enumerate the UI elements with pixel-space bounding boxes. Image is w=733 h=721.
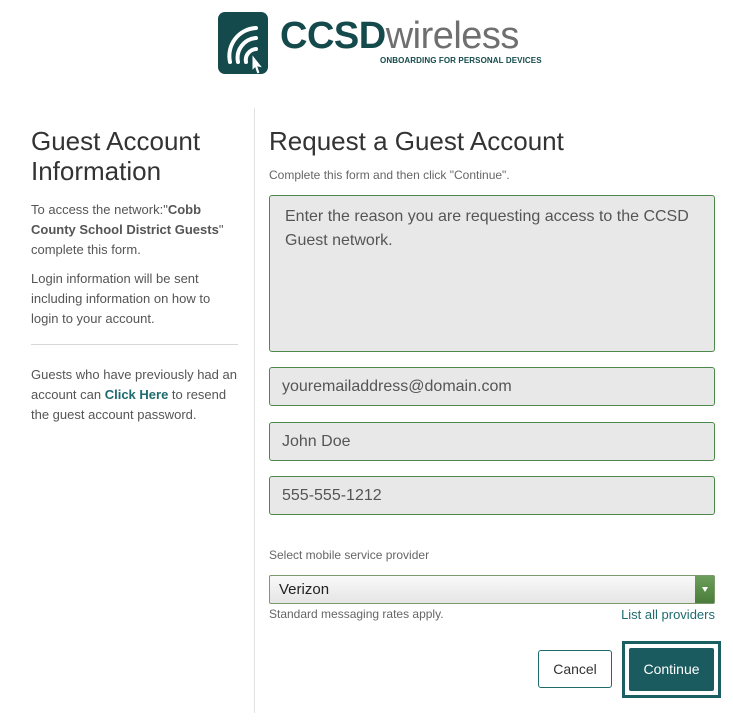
continue-button[interactable]: Continue [629,648,714,691]
brand-bold: CCSD [280,15,386,57]
phone-placeholder: 555-555-1212 [282,487,382,504]
provider-select[interactable]: Verizon [269,575,715,604]
brand-tagline: ONBOARDING FOR PERSONAL DEVICES [380,56,542,65]
provider-selected-value: Verizon [279,581,330,598]
provider-label: Select mobile service provider [269,548,430,562]
messaging-rates-note: Standard messaging rates apply. [269,607,444,621]
list-all-providers-link[interactable]: List all providers [621,607,715,622]
form-instructions: Complete this form and then click "Conti… [269,168,510,182]
click-here-link[interactable]: Click Here [105,387,169,402]
name-field[interactable]: John Doe [269,422,715,461]
ccsd-wireless-logo: CCSDwireless ONBOARDING FOR PERSONAL DEV… [218,12,542,74]
guest-info-title: Guest Account Information [31,126,201,186]
continue-focus-ring: Continue [622,641,721,698]
reason-placeholder: Enter the reason you are requesting acce… [285,208,689,249]
network-instructions: To access the network:"Cobb County Schoo… [31,200,238,260]
login-info-text: Login information will be sent including… [31,271,211,326]
email-placeholder: youremailaddress@domain.com [282,378,512,395]
name-placeholder: John Doe [282,433,351,450]
email-field[interactable]: youremailaddress@domain.com [269,367,715,406]
form-title: Request a Guest Account [269,126,564,156]
cancel-button[interactable]: Cancel [538,650,612,688]
wifi-cursor-icon [218,12,268,74]
phone-field[interactable]: 555-555-1212 [269,476,715,515]
column-divider [254,108,255,713]
chevron-down-icon[interactable] [695,576,714,603]
brand-name: CCSDwireless [280,14,519,58]
resend-password-text: Guests who have previously had an accoun… [31,365,238,425]
logo-wordmark: CCSDwireless ONBOARDING FOR PERSONAL DEV… [280,12,542,74]
brand-light: wireless [385,15,520,57]
reason-textarea[interactable]: Enter the reason you are requesting acce… [269,195,715,352]
network-prefix: To access the network:" [31,202,168,217]
left-divider [31,344,238,345]
guest-info-panel: Guest Account Information To access the … [31,126,238,329]
